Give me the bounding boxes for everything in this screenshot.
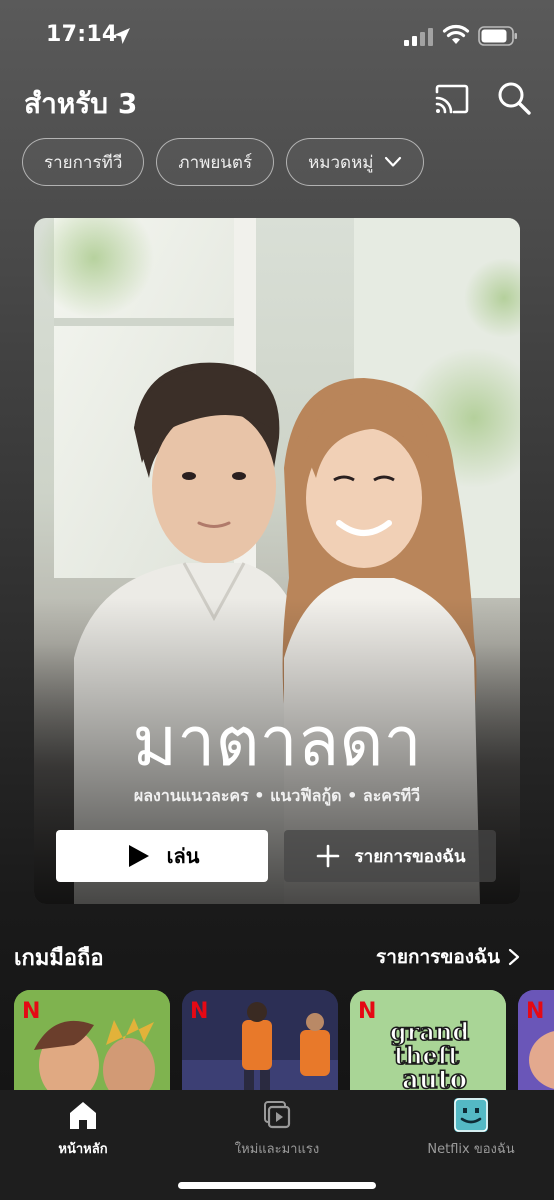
- nav-my-netflix[interactable]: Netflix ของฉัน: [396, 1098, 546, 1159]
- games-row-link[interactable]: รายการของฉัน: [376, 942, 520, 972]
- battery-icon: [478, 26, 517, 46]
- plus-icon: [316, 844, 339, 868]
- game-tile-art: N: [518, 990, 554, 1090]
- my-list-button[interactable]: รายการของฉัน: [284, 830, 496, 882]
- chevron-right-icon: [508, 948, 520, 966]
- chip-label: หมวดหมู่: [308, 152, 374, 173]
- nav-label: Netflix ของฉัน: [427, 1142, 515, 1157]
- svg-text:N: N: [526, 999, 544, 1024]
- game-tile[interactable]: N: [14, 990, 170, 1090]
- home-icon: [70, 1102, 96, 1129]
- svg-text:auto: auto: [402, 1065, 467, 1090]
- game-tile-art: N: [182, 990, 338, 1090]
- cellular-signal-icon: [404, 28, 433, 46]
- cast-icon[interactable]: [434, 84, 470, 114]
- svg-text:มาตาลดา: มาตาลดา: [132, 703, 421, 782]
- nav-label: ใหม่และมาแรง: [234, 1142, 320, 1157]
- nav-label: หน้าหลัก: [58, 1142, 108, 1157]
- play-label: เล่น: [166, 844, 200, 868]
- nav-home[interactable]: หน้าหลัก: [8, 1098, 158, 1159]
- wifi-icon: [442, 24, 470, 44]
- game-tile[interactable]: grand theft auto N: [350, 990, 506, 1090]
- hero-banner[interactable]: มาตาลดา ผลงานแนวละคร • แนวฟีลกู้ด • ละคร…: [34, 218, 520, 904]
- nav-new-hot[interactable]: ใหม่และมาแรง: [202, 1098, 352, 1159]
- game-tile[interactable]: N: [182, 990, 338, 1090]
- status-time: 17:14: [46, 22, 118, 47]
- profile-avatar-icon: [454, 1098, 488, 1132]
- game-tile-art: grand theft auto N: [350, 990, 506, 1090]
- game-tile-art: N: [14, 990, 170, 1090]
- chip-categories[interactable]: หมวดหมู่: [286, 138, 424, 186]
- chip-label: ภาพยนตร์: [178, 152, 253, 173]
- hero-genre-tags: ผลงานแนวละคร • แนวฟีลกู้ด • ละครทีวี: [133, 786, 421, 805]
- svg-text:N: N: [358, 999, 376, 1024]
- play-button[interactable]: เล่น: [56, 830, 268, 882]
- game-tile[interactable]: N: [518, 990, 554, 1090]
- svg-text:N: N: [190, 999, 208, 1024]
- games-row: N N grand theft auto N N: [14, 990, 554, 1090]
- chip-tv-shows[interactable]: รายการทีวี: [22, 138, 145, 186]
- location-arrow-icon: [114, 28, 130, 44]
- chip-movies[interactable]: ภาพยนตร์: [156, 138, 275, 186]
- my-list-label: รายการของฉัน: [354, 846, 466, 867]
- home-indicator: [178, 1182, 376, 1189]
- new-and-hot-icon: [264, 1101, 291, 1129]
- games-row-link-label: รายการของฉัน: [376, 946, 500, 968]
- status-bar: 17:14: [0, 0, 554, 72]
- svg-text:N: N: [22, 999, 40, 1024]
- page-title: สำหรับ 3: [24, 87, 138, 120]
- search-icon[interactable]: [496, 80, 532, 116]
- filter-chips: รายการทีวี ภาพยนตร์ หมวดหมู่: [22, 138, 424, 186]
- chevron-down-icon: [384, 156, 401, 167]
- play-icon: [128, 845, 149, 867]
- chip-label: รายการทีวี: [44, 152, 123, 173]
- games-row-title: เกมมือถือ: [14, 946, 104, 971]
